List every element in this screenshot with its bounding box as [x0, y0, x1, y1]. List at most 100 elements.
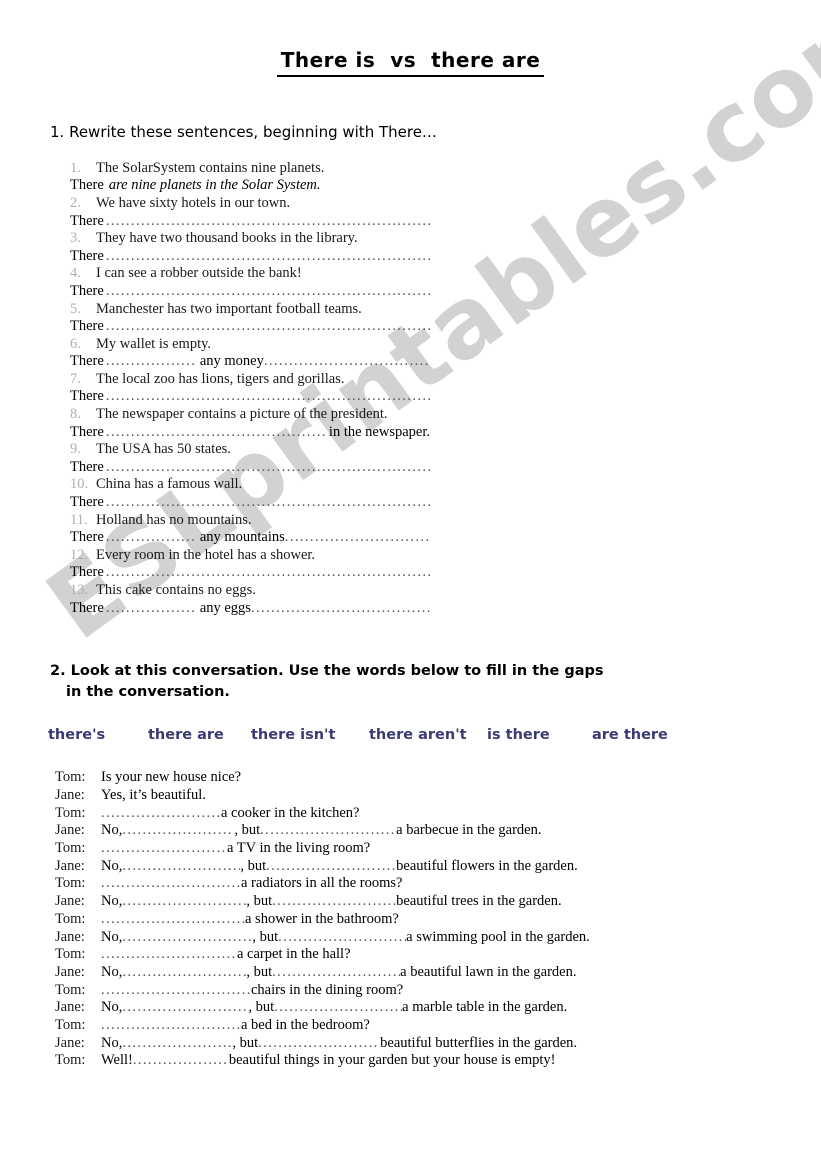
question-sentence: I can see a robber outside the bank! — [96, 265, 302, 282]
question-sentence: China has a famous wall. — [96, 476, 243, 493]
answer-blank[interactable]: ........................................… — [272, 893, 396, 911]
exercise-1-answer-line: There...................................… — [70, 424, 430, 442]
answer-blank[interactable]: ........................................… — [251, 600, 430, 618]
exercise-1-answer-line: There...................................… — [70, 600, 430, 618]
answer-blank[interactable]: ........................................… — [258, 1035, 380, 1053]
exercise-1-question: 13. This cake contains no eggs. — [70, 582, 430, 600]
there-label: There — [70, 388, 104, 405]
question-number: 8. — [70, 406, 81, 423]
there-label: There — [70, 282, 104, 299]
answer-blank[interactable]: ........................................… — [122, 999, 248, 1017]
conversation-segment: a bed in the bedroom? — [241, 1017, 370, 1034]
there-label: There — [70, 458, 104, 475]
worksheet-page: ESLprintables.com There is vs there are … — [0, 0, 821, 1169]
speaker-label: Jane: — [55, 822, 85, 839]
conversation-text: No, ....................................… — [101, 999, 585, 1017]
answer-blank[interactable]: ........................................… — [285, 529, 430, 547]
conversation-text: Well! ..................................… — [101, 1052, 585, 1070]
speaker-label: Jane: — [55, 857, 85, 874]
conversation-segment: a carpet in the hall? — [237, 946, 351, 963]
speaker-label: Jane: — [55, 1034, 85, 1051]
answer-blank[interactable]: ........................................… — [122, 822, 234, 840]
answer-blank[interactable]: ........................................… — [133, 1052, 229, 1070]
answer-blank[interactable]: ........................................… — [106, 353, 196, 371]
conversation-segment: a beautiful lawn in the garden. — [400, 963, 577, 980]
answer-blank[interactable]: ........................................… — [274, 999, 402, 1017]
conversation-text: ........................................… — [101, 982, 585, 1000]
speaker-label: Jane: — [55, 963, 85, 980]
conversation-segment: a radiators in all the rooms? — [241, 875, 403, 892]
answer-blank[interactable]: ........................................… — [101, 982, 251, 1000]
there-label: There — [70, 247, 104, 264]
exercise-1-question: 3. They have two thousand books in the li… — [70, 230, 430, 248]
answer-blank[interactable]: ........................................… — [122, 893, 246, 911]
word-bank-item[interactable]: is there — [487, 727, 592, 743]
section-1-heading: 1. Rewrite these sentences, beginning wi… — [50, 123, 437, 141]
conversation-segment: Yes, it’s beautiful. — [101, 786, 206, 803]
speaker-label: Tom: — [55, 1052, 86, 1069]
answer-blank[interactable]: ........................................… — [106, 459, 430, 477]
conversation-line: Tom: Is your new house nice? — [55, 769, 585, 787]
exercise-1-question: 2. We have sixty hotels in our town. — [70, 195, 430, 213]
answer-blank[interactable]: ........................................… — [106, 564, 430, 582]
answer-blank[interactable]: ........................................… — [272, 964, 400, 982]
question-sentence: The newspaper contains a picture of the … — [96, 406, 388, 423]
answer-blank[interactable]: ........................................… — [101, 840, 227, 858]
there-label: There — [70, 177, 104, 194]
conversation-segment: No, — [101, 1034, 123, 1051]
exercise-1-answer-line: There...................................… — [70, 564, 430, 582]
answer-blank[interactable]: ........................................… — [101, 946, 237, 964]
conversation-line: Tom:....................................… — [55, 982, 585, 1000]
conversation-line: Jane: No, ...............................… — [55, 964, 585, 982]
answer-blank[interactable]: ........................................… — [106, 424, 325, 442]
answer-blank[interactable]: ........................................… — [101, 805, 221, 823]
exercise-1-answer-line: There...................................… — [70, 353, 430, 371]
answer-blank[interactable]: ........................................… — [122, 964, 246, 982]
answer-blank[interactable]: ........................................… — [278, 929, 406, 947]
answer-blank[interactable]: ........................................… — [106, 318, 430, 336]
conversation-segment: beautiful butterflies in the garden. — [380, 1034, 578, 1051]
answer-blank[interactable]: ........................................… — [264, 353, 430, 371]
question-number: 5. — [70, 300, 81, 317]
answer-blank[interactable]: ........................................… — [106, 529, 196, 547]
conversation-line: Jane: No, ...............................… — [55, 822, 585, 840]
word-bank-item[interactable]: there's — [48, 727, 148, 743]
answer-blank[interactable]: ........................................… — [260, 822, 396, 840]
word-bank-item[interactable]: there isn't — [251, 727, 369, 743]
exercise-1-question: 6. My wallet is empty. — [70, 336, 430, 354]
answer-blank[interactable]: ........................................… — [122, 929, 252, 947]
conversation-line: Jane: No, ...............................… — [55, 893, 585, 911]
answer-blank[interactable]: ........................................… — [106, 388, 430, 406]
word-bank-item[interactable]: there are — [148, 727, 251, 743]
conversation-segment: a swimming pool in the garden. — [406, 928, 590, 945]
word-bank-item[interactable]: there aren't — [369, 727, 487, 743]
there-label: There — [70, 599, 104, 616]
word-bank-item[interactable]: are there — [592, 727, 668, 743]
exercise-1-question: 12. Every room in the hotel has a shower. — [70, 547, 430, 565]
answer-fixed-word: any money — [199, 353, 264, 370]
conversation-line: Tom:....................................… — [55, 840, 585, 858]
exercise-1-question: 1. The SolarSystem contains nine planets. — [70, 160, 430, 178]
answer-blank[interactable]: ........................................… — [106, 283, 430, 301]
conversation-segment: , but — [240, 857, 267, 874]
speaker-label: Tom: — [55, 769, 86, 786]
answer-blank[interactable]: ........................................… — [122, 1035, 232, 1053]
question-number: 4. — [70, 265, 81, 282]
question-number: 13. — [70, 582, 89, 598]
there-label: There — [70, 423, 104, 440]
answer-blank[interactable]: ........................................… — [122, 858, 240, 876]
answer-fixed-word: any eggs — [199, 599, 251, 616]
answer-blank[interactable]: ........................................… — [106, 213, 430, 231]
conversation-line: Jane: No, ...............................… — [55, 1035, 585, 1053]
conversation-segment: a barbecue in the garden. — [396, 822, 542, 839]
answer-blank[interactable]: ........................................… — [106, 248, 430, 266]
answer-blank[interactable]: ........................................… — [101, 1017, 241, 1035]
answer-blank[interactable]: ........................................… — [106, 600, 196, 618]
answer-blank[interactable]: ........................................… — [101, 911, 245, 929]
conversation-text: Is your new house nice? — [101, 769, 585, 787]
conversation-line: Jane: No, ...............................… — [55, 999, 585, 1017]
answer-blank[interactable]: ........................................… — [101, 875, 241, 893]
word-bank: there's there are there isn't there aren't i… — [48, 727, 821, 743]
answer-blank[interactable]: ........................................… — [106, 494, 430, 512]
answer-blank[interactable]: ........................................… — [266, 858, 396, 876]
